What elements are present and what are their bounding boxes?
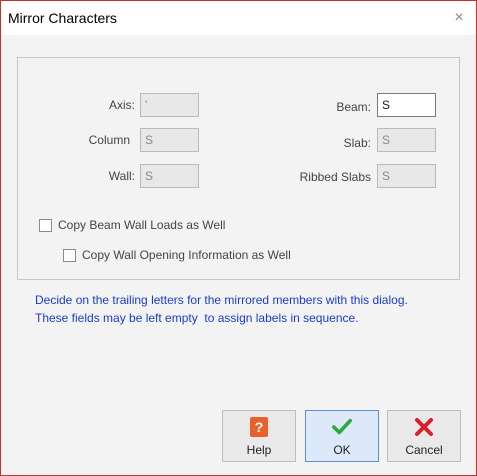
ribbed-slabs-field[interactable]	[377, 164, 436, 188]
copy-beam-wall-loads-row[interactable]: Copy Beam Wall Loads as Well	[39, 218, 225, 232]
info-line-2: These fields may be left empty to assign…	[35, 311, 359, 325]
copy-beam-wall-loads-label: Copy Beam Wall Loads as Well	[58, 218, 226, 232]
copy-wall-opening-row[interactable]: Copy Wall Opening Information as Well	[63, 248, 291, 262]
beam-label: Beam:	[336, 100, 371, 114]
wall-label: Wall:	[108, 169, 135, 183]
cancel-button[interactable]: Cancel	[387, 410, 461, 462]
ok-button-label: OK	[333, 443, 351, 457]
slab-field[interactable]	[377, 128, 436, 152]
ok-button[interactable]: OK	[305, 410, 379, 462]
close-icon[interactable]: ×	[442, 1, 476, 35]
axis-field[interactable]	[140, 93, 199, 117]
copy-wall-opening-checkbox[interactable]	[63, 248, 76, 262]
dialog-body: Axis: Column Wall: Beam: Slab: Ribbed Sl…	[1, 35, 476, 475]
column-field[interactable]	[140, 128, 199, 152]
info-text: Decide on the trailing letters for the m…	[35, 291, 465, 327]
column-label: Column	[88, 133, 130, 147]
slab-label: Slab:	[343, 136, 371, 150]
info-line-1: Decide on the trailing letters for the m…	[35, 293, 408, 307]
ribbed-slabs-label: Ribbed Slabs	[299, 170, 371, 184]
mirror-settings-group: Axis: Column Wall: Beam: Slab: Ribbed Sl…	[17, 57, 460, 280]
copy-wall-opening-label: Copy Wall Opening Information as Well	[82, 248, 291, 262]
help-button-label: Help	[246, 443, 272, 457]
question-icon: ?	[249, 417, 269, 437]
copy-beam-wall-loads-checkbox[interactable]	[39, 218, 52, 232]
svg-text:?: ?	[255, 419, 264, 435]
title-bar: Mirror Characters ×	[1, 1, 476, 35]
dialog-title: Mirror Characters	[8, 10, 117, 26]
axis-label: Axis:	[108, 98, 135, 112]
cancel-button-label: Cancel	[405, 443, 443, 457]
check-icon	[332, 417, 352, 437]
mirror-characters-dialog: Mirror Characters × Axis: Column Wall: B…	[0, 0, 477, 476]
beam-field[interactable]	[377, 93, 436, 117]
x-icon	[414, 417, 434, 437]
help-button[interactable]: ? Help	[222, 410, 296, 462]
wall-field[interactable]	[140, 164, 199, 188]
